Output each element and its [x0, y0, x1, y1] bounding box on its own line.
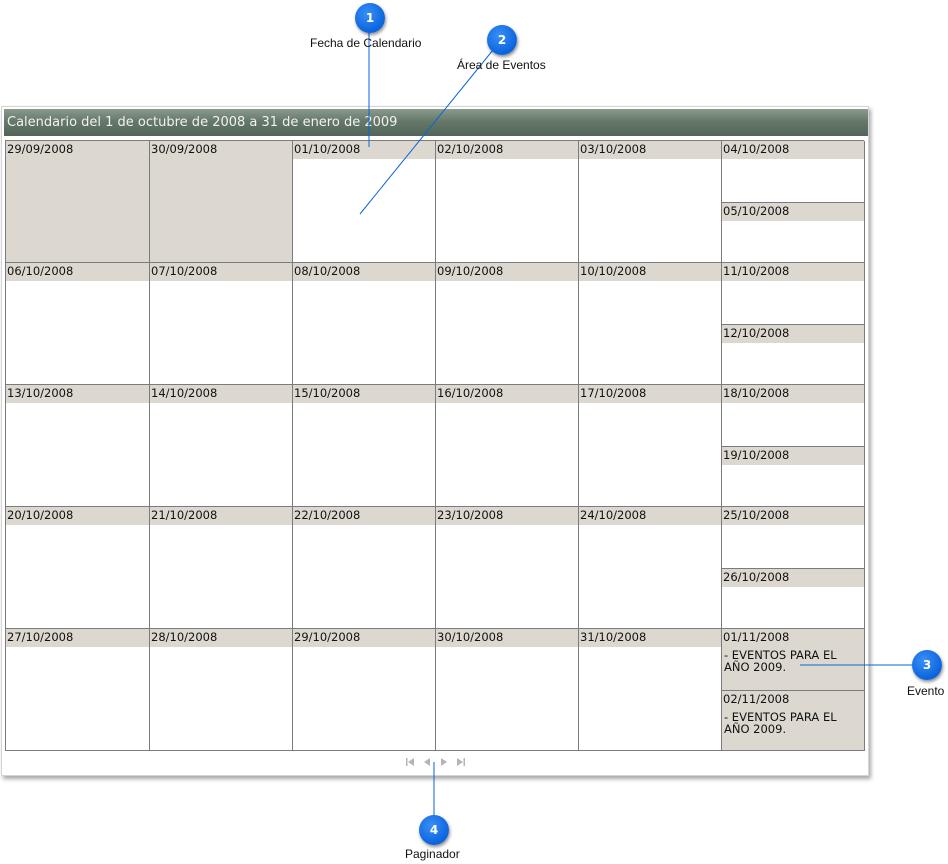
day-date-label: 02/11/2008 [722, 690, 864, 709]
day-cell[interactable]: 01/10/2008 [293, 141, 436, 263]
day-cell[interactable]: 10/10/2008 [579, 263, 722, 385]
day-date-label: 21/10/2008 [150, 507, 292, 525]
day-cell[interactable]: 08/10/2008 [293, 263, 436, 385]
day-date-label: 08/10/2008 [293, 263, 435, 281]
day-cell[interactable]: 14/10/2008 [150, 385, 293, 507]
day-date-label: 13/10/2008 [6, 385, 149, 403]
weekend-day-cell[interactable]: 04/10/2008 [722, 141, 864, 202]
day-date-label: 12/10/2008 [722, 324, 864, 343]
weekend-cell: 25/10/2008 26/10/2008 [722, 507, 865, 629]
weekend-cell: 01/11/2008- EVENTOS PARA EL AÑO 2009. 02/… [722, 629, 865, 751]
first-page-icon[interactable] [404, 756, 416, 768]
day-date-label: 17/10/2008 [579, 385, 721, 403]
day-date-label: 02/10/2008 [436, 141, 578, 159]
last-page-icon[interactable] [455, 756, 467, 768]
day-cell[interactable]: 27/10/2008 [6, 629, 150, 751]
day-cell[interactable]: 02/10/2008 [436, 141, 579, 263]
day-cell[interactable]: 28/10/2008 [150, 629, 293, 751]
day-date-label: 29/09/2008 [6, 141, 149, 159]
calendar-grid: 29/09/2008 30/09/2008 01/10/2008 02/10/2008… [5, 140, 865, 751]
day-cell[interactable]: 13/10/2008 [6, 385, 150, 507]
event-item[interactable]: - EVENTOS PARA EL AÑO 2009. [722, 647, 864, 673]
callout-label-3: Evento [907, 684, 945, 698]
day-cell[interactable]: 31/10/2008 [579, 629, 722, 751]
callout-badge-1: 1 [355, 3, 385, 33]
day-date-label: 11/10/2008 [722, 263, 864, 281]
day-cell[interactable]: 03/10/2008 [579, 141, 722, 263]
day-date-label: 03/10/2008 [579, 141, 721, 159]
day-date-label: 01/11/2008 [722, 629, 864, 647]
callout-badge-4: 4 [419, 815, 449, 845]
previous-page-icon[interactable] [421, 756, 433, 768]
weekend-day-cell[interactable]: 11/10/2008 [722, 263, 864, 324]
day-date-label: 18/10/2008 [722, 385, 864, 403]
callout-badge-2: 2 [487, 25, 517, 55]
day-cell[interactable]: 22/10/2008 [293, 507, 436, 629]
day-date-label: 26/10/2008 [722, 568, 864, 587]
day-date-label: 25/10/2008 [722, 507, 864, 525]
day-date-label: 14/10/2008 [150, 385, 292, 403]
weekend-day-cell[interactable]: 05/10/2008 [722, 201, 864, 263]
day-cell[interactable]: 21/10/2008 [150, 507, 293, 629]
day-cell[interactable]: 17/10/2008 [579, 385, 722, 507]
weekend-day-cell[interactable]: 18/10/2008 [722, 385, 864, 446]
day-cell[interactable]: 30/10/2008 [436, 629, 579, 751]
weekend-cell: 04/10/2008 05/10/2008 [722, 141, 865, 263]
weekend-day-cell[interactable]: 25/10/2008 [722, 507, 864, 568]
day-date-label: 28/10/2008 [150, 629, 292, 647]
day-cell[interactable]: 23/10/2008 [436, 507, 579, 629]
next-page-icon[interactable] [438, 756, 450, 768]
weekend-cell: 18/10/2008 19/10/2008 [722, 385, 865, 507]
day-cell[interactable]: 15/10/2008 [293, 385, 436, 507]
day-date-label: 19/10/2008 [722, 446, 864, 465]
day-date-label: 16/10/2008 [436, 385, 578, 403]
day-date-label: 30/09/2008 [150, 141, 292, 159]
day-date-label: 31/10/2008 [579, 629, 721, 647]
callout-label-1: Fecha de Calendario [310, 36, 422, 50]
day-cell[interactable]: 20/10/2008 [6, 507, 150, 629]
calendar-panel: Calendario del 1 de octubre de 2008 a 31… [1, 106, 869, 776]
pager [404, 755, 467, 769]
weekend-day-cell[interactable]: 02/11/2008- EVENTOS PARA EL AÑO 2009. [722, 689, 864, 750]
day-date-label: 30/10/2008 [436, 629, 578, 647]
day-cell[interactable]: 24/10/2008 [579, 507, 722, 629]
day-date-label: 01/10/2008 [293, 141, 435, 159]
weekend-day-cell[interactable]: 19/10/2008 [722, 445, 864, 507]
day-date-label: 27/10/2008 [6, 629, 149, 647]
day-date-label: 09/10/2008 [436, 263, 578, 281]
weekend-day-cell[interactable]: 01/11/2008- EVENTOS PARA EL AÑO 2009. [722, 629, 864, 690]
weekend-cell: 11/10/2008 12/10/2008 [722, 263, 865, 385]
day-date-label: 24/10/2008 [579, 507, 721, 525]
day-date-label: 23/10/2008 [436, 507, 578, 525]
day-date-label: 07/10/2008 [150, 263, 292, 281]
day-date-label: 06/10/2008 [6, 263, 149, 281]
calendar-title: Calendario del 1 de octubre de 2008 a 31… [4, 109, 868, 136]
day-cell[interactable]: 29/09/2008 [6, 141, 150, 263]
day-cell[interactable]: 16/10/2008 [436, 385, 579, 507]
event-item[interactable]: - EVENTOS PARA EL AÑO 2009. [722, 709, 864, 735]
day-cell[interactable]: 30/09/2008 [150, 141, 293, 263]
day-cell[interactable]: 09/10/2008 [436, 263, 579, 385]
weekend-day-cell[interactable]: 26/10/2008 [722, 567, 864, 629]
day-date-label: 05/10/2008 [722, 202, 864, 221]
day-cell[interactable]: 06/10/2008 [6, 263, 150, 385]
day-date-label: 15/10/2008 [293, 385, 435, 403]
day-date-label: 10/10/2008 [579, 263, 721, 281]
callout-label-2: Área de Eventos [457, 58, 546, 72]
weekend-day-cell[interactable]: 12/10/2008 [722, 323, 864, 385]
callout-badge-3: 3 [912, 650, 942, 680]
day-date-label: 22/10/2008 [293, 507, 435, 525]
day-cell[interactable]: 29/10/2008 [293, 629, 436, 751]
day-date-label: 20/10/2008 [6, 507, 149, 525]
day-cell[interactable]: 07/10/2008 [150, 263, 293, 385]
day-date-label: 04/10/2008 [722, 141, 864, 159]
day-date-label: 29/10/2008 [293, 629, 435, 647]
callout-label-4: Paginador [405, 847, 460, 861]
